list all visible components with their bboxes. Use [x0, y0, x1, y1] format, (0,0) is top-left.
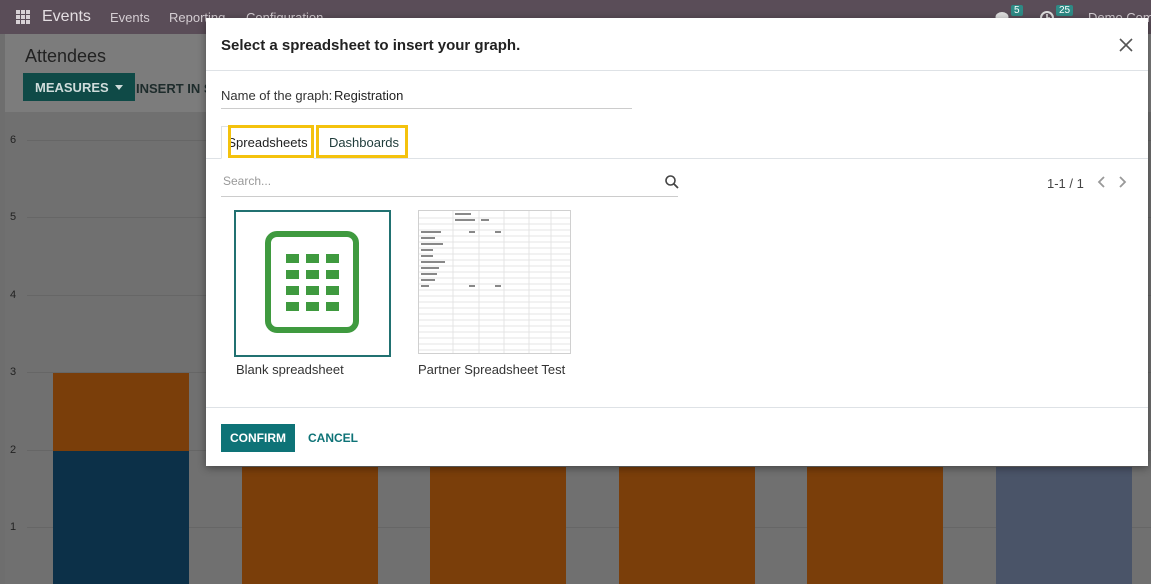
graph-name-field: Name of the graph: [221, 88, 632, 109]
pager-value[interactable]: 1-1 / 1 [1047, 176, 1084, 191]
graph-bar[interactable] [807, 467, 943, 584]
graph-bar[interactable] [53, 451, 189, 584]
y-tick-label: 3 [10, 366, 17, 378]
tab-spreadsheets[interactable]: Spreadsheets [221, 126, 314, 159]
dialog-title: Select a spreadsheet to insert your grap… [221, 37, 521, 54]
measures-label: MEASURES [35, 79, 109, 95]
y-tick-label: 1 [10, 521, 17, 533]
insert-graph-dialog: Select a spreadsheet to insert your grap… [206, 18, 1148, 466]
spreadsheet-preview-image [419, 211, 570, 353]
page-title: Attendees [25, 46, 107, 66]
y-tick-label: 5 [10, 211, 17, 223]
dialog-footer: CONFIRM CANCEL [206, 407, 1148, 466]
measures-button[interactable]: MEASURES [23, 73, 135, 101]
y-tick-label: 6 [10, 134, 17, 146]
cancel-button[interactable]: CANCEL [308, 431, 358, 445]
blank-spreadsheet-thumbnail[interactable] [234, 210, 391, 357]
activities-count-badge: 25 [1056, 5, 1074, 16]
spreadsheet-grid-icon [265, 231, 359, 333]
partner-spreadsheet-thumbnail[interactable] [418, 210, 571, 354]
graph-bar[interactable] [53, 373, 189, 451]
graph-bar[interactable] [430, 467, 566, 584]
card-label: Partner Spreadsheet Test [418, 362, 566, 377]
search-input[interactable] [223, 174, 643, 188]
card-label: Blank spreadsheet [236, 362, 344, 377]
pager-next-icon[interactable] [1115, 174, 1129, 190]
close-icon[interactable] [1116, 35, 1136, 55]
graph-bar[interactable] [619, 467, 755, 584]
pager-previous-icon[interactable] [1095, 174, 1109, 190]
graph-name-input[interactable] [334, 88, 624, 103]
confirm-button[interactable]: CONFIRM [221, 424, 295, 452]
tab-dashboards-label: Dashboards [328, 135, 400, 150]
graph-bar[interactable] [242, 467, 378, 584]
graph-bar[interactable] [996, 467, 1132, 584]
search-bar [221, 171, 680, 197]
tab-bar: Spreadsheets Dashboards [206, 125, 1148, 159]
nav-menu-events[interactable]: Events [110, 10, 150, 25]
search-icon[interactable] [664, 174, 680, 190]
dialog-header: Select a spreadsheet to insert your grap… [206, 18, 1148, 71]
messages-count-badge: 5 [1011, 5, 1023, 16]
gridline [27, 527, 1151, 528]
nav-app-name[interactable]: Events [42, 8, 91, 26]
tab-dashboards[interactable]: Dashboards [319, 126, 409, 159]
graph-name-label: Name of the graph: [221, 88, 333, 103]
y-tick-label: 2 [10, 444, 17, 456]
tab-spreadsheets-label: Spreadsheets [227, 135, 308, 150]
caret-down-icon [114, 84, 123, 90]
y-tick-label: 4 [10, 289, 17, 301]
app-menu-grid-icon[interactable] [16, 10, 30, 24]
